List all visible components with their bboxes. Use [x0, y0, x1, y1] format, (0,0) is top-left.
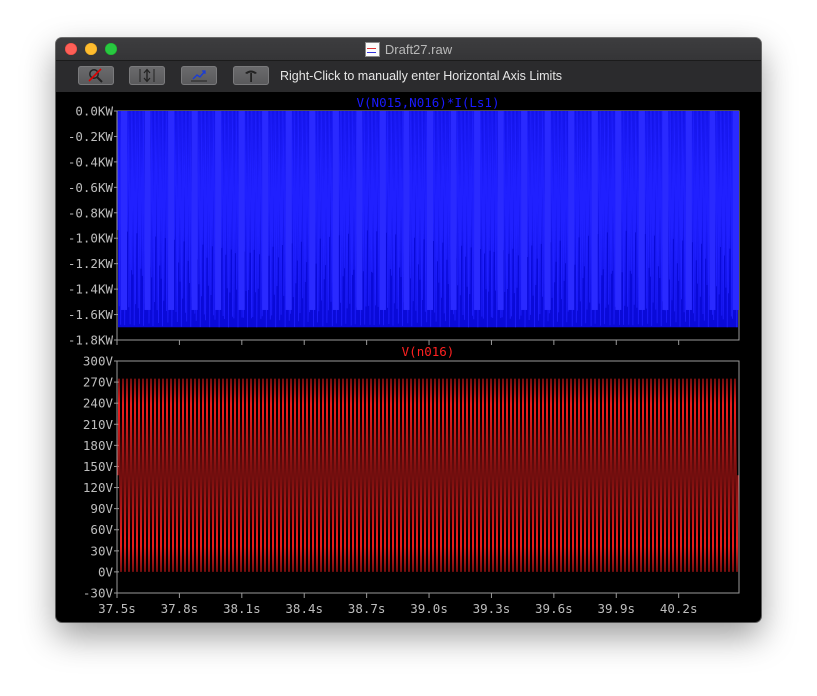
- top-trace-burst: [709, 111, 716, 310]
- bottom-y-tick-label: 30V: [90, 543, 113, 558]
- bottom-trace-line: [117, 378, 739, 572]
- autorange-vertical-button[interactable]: [129, 66, 165, 85]
- top-y-tick-label: -1.6KW: [68, 307, 114, 322]
- top-trace-burst: [356, 111, 363, 310]
- top-trace-burst: [168, 111, 175, 310]
- top-trace: [117, 110, 739, 328]
- bottom-y-tick-label: -30V: [83, 586, 114, 601]
- top-trace-burst: [685, 111, 692, 310]
- top-y-tick-label: -0.2KW: [68, 129, 114, 144]
- top-trace-burst: [379, 111, 386, 310]
- x-tick-label: 39.3s: [473, 601, 511, 616]
- zoom-cancel-button[interactable]: [78, 66, 114, 85]
- hammer-icon: [245, 70, 257, 82]
- autorange-vertical-icon: [139, 68, 155, 83]
- autorange-horizontal-icon: [191, 70, 207, 82]
- bottom-y-tick-label: 180V: [83, 438, 114, 453]
- top-trace-burst: [144, 111, 151, 310]
- top-trace-burst: [521, 111, 528, 310]
- top-y-tick-label: -1.2KW: [68, 256, 114, 271]
- x-tick-label: 38.7s: [348, 601, 386, 616]
- top-trace-burst: [238, 111, 245, 310]
- toolbar: Right-Click to manually enter Horizontal…: [56, 61, 761, 92]
- top-y-tick-label: -1.4KW: [68, 282, 114, 297]
- autorange-horizontal-button[interactable]: [181, 66, 217, 85]
- top-y-axis[interactable]: 0.0KW -0.2KW -0.4KW -0.6KW -0.8KW -1.0KW -1.2K…: [68, 104, 119, 348]
- x-tick-label: 37.8s: [161, 601, 199, 616]
- top-trace-burst: [591, 111, 598, 310]
- bottom-y-tick-label: 0V: [98, 564, 114, 579]
- x-tick-label: 38.4s: [285, 601, 323, 616]
- bottom-y-tick-label: 300V: [83, 354, 114, 369]
- raw-file-icon: [364, 41, 380, 57]
- top-trace-burst: [427, 111, 433, 310]
- top-trace-burst: [450, 111, 457, 310]
- top-trace-burst: [662, 111, 669, 310]
- waveform-window: Draft27.raw Right-Click to manually ente…: [56, 38, 761, 622]
- bottom-y-tick-label: 240V: [83, 396, 114, 411]
- top-trace-burst: [309, 111, 316, 310]
- bottom-trace: [117, 378, 739, 572]
- bottom-pane-title[interactable]: V(n016): [402, 344, 455, 359]
- top-y-tick-label: 0.0KW: [75, 104, 113, 119]
- x-tick-label: 39.0s: [410, 601, 448, 616]
- top-trace-burst: [285, 111, 292, 310]
- top-pane-title[interactable]: V(N015,N016)*I(Ls1): [357, 95, 500, 110]
- bottom-y-tick-label: 120V: [83, 480, 114, 495]
- top-y-tick-label: -1.8KW: [68, 333, 114, 348]
- top-trace-burst: [191, 111, 198, 310]
- bottom-y-tick-label: 90V: [90, 501, 113, 516]
- top-trace-burst: [215, 111, 222, 310]
- bottom-y-tick-label: 60V: [90, 522, 113, 537]
- top-trace-burst: [733, 111, 739, 310]
- top-trace-burst: [568, 111, 575, 310]
- zoom-cancel-icon: [88, 68, 103, 83]
- top-y-tick-label: -0.4KW: [68, 154, 114, 169]
- title-bar[interactable]: Draft27.raw: [56, 38, 761, 61]
- waveform-plots[interactable]: V(N015,N016)*I(Ls1) 0.0KW -0.2KW -0.4KW -0.…: [56, 92, 761, 622]
- hammer-button[interactable]: [233, 66, 269, 85]
- top-y-tick-label: -0.8KW: [68, 205, 114, 220]
- top-trace-burst: [497, 111, 504, 310]
- bottom-y-tick-label: 270V: [83, 375, 114, 390]
- top-trace-burst: [615, 111, 622, 310]
- top-trace-burst: [332, 111, 339, 310]
- top-y-tick-label: -0.6KW: [68, 180, 114, 195]
- top-y-tick-label: -1.0KW: [68, 231, 114, 246]
- bottom-y-tick-label: 150V: [83, 459, 114, 474]
- top-trace-burst: [544, 111, 551, 310]
- window-title: Draft27.raw: [384, 41, 453, 57]
- bottom-y-tick-label: 210V: [83, 417, 114, 432]
- top-trace-burst: [474, 111, 481, 310]
- x-tick-label: 39.6s: [535, 601, 573, 616]
- top-trace-burst: [121, 111, 127, 310]
- toolbar-hint: Right-Click to manually enter Horizontal…: [280, 69, 563, 83]
- plot-area[interactable]: V(N015,N016)*I(Ls1) 0.0KW -0.2KW -0.4KW -0.…: [56, 92, 761, 622]
- x-tick-label: 40.2s: [660, 601, 698, 616]
- x-tick-label: 39.9s: [597, 601, 635, 616]
- x-tick-label: 38.1s: [223, 601, 261, 616]
- x-tick-label: 37.5s: [98, 601, 136, 616]
- bottom-y-axis[interactable]: 300V 270V 240V 210V 180V 150V 120V 90V 60V 30V 0V -…: [83, 354, 119, 601]
- top-trace-burst: [638, 111, 645, 310]
- top-trace-burst: [262, 111, 269, 310]
- top-trace-burst: [403, 111, 410, 310]
